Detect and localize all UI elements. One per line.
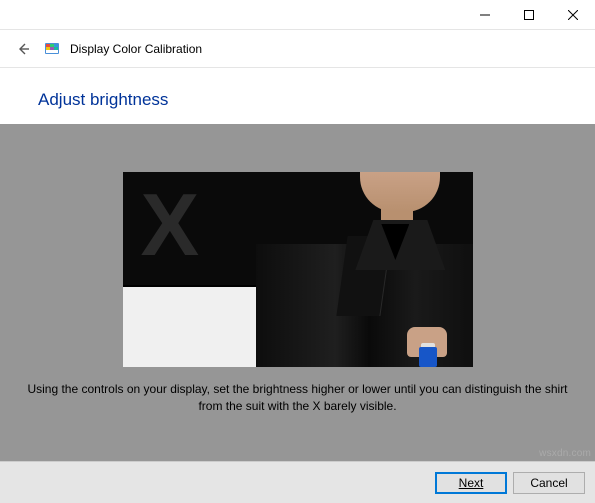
content: Adjust brightness X Using the controls o… [0, 68, 595, 503]
person-figure [256, 172, 473, 367]
minimize-button[interactable] [463, 0, 507, 30]
step-title: Adjust brightness [0, 68, 595, 124]
background-x-mark: X [141, 194, 200, 256]
button-row: Next Cancel [0, 461, 595, 503]
next-button[interactable]: Next [435, 472, 507, 494]
maximize-button[interactable] [507, 0, 551, 30]
app-icon [44, 41, 60, 57]
instruction-text: Using the controls on your display, set … [0, 367, 595, 432]
calibration-preview-image: X [123, 172, 473, 367]
watermark: wsxdn.com [539, 448, 591, 459]
cancel-button[interactable]: Cancel [513, 472, 585, 494]
header: Display Color Calibration [0, 30, 595, 68]
preview-zone: X Using the controls on your display, se… [0, 124, 595, 461]
app-title: Display Color Calibration [70, 42, 202, 56]
back-button[interactable] [12, 38, 34, 60]
close-button[interactable] [551, 0, 595, 30]
titlebar [0, 0, 595, 30]
